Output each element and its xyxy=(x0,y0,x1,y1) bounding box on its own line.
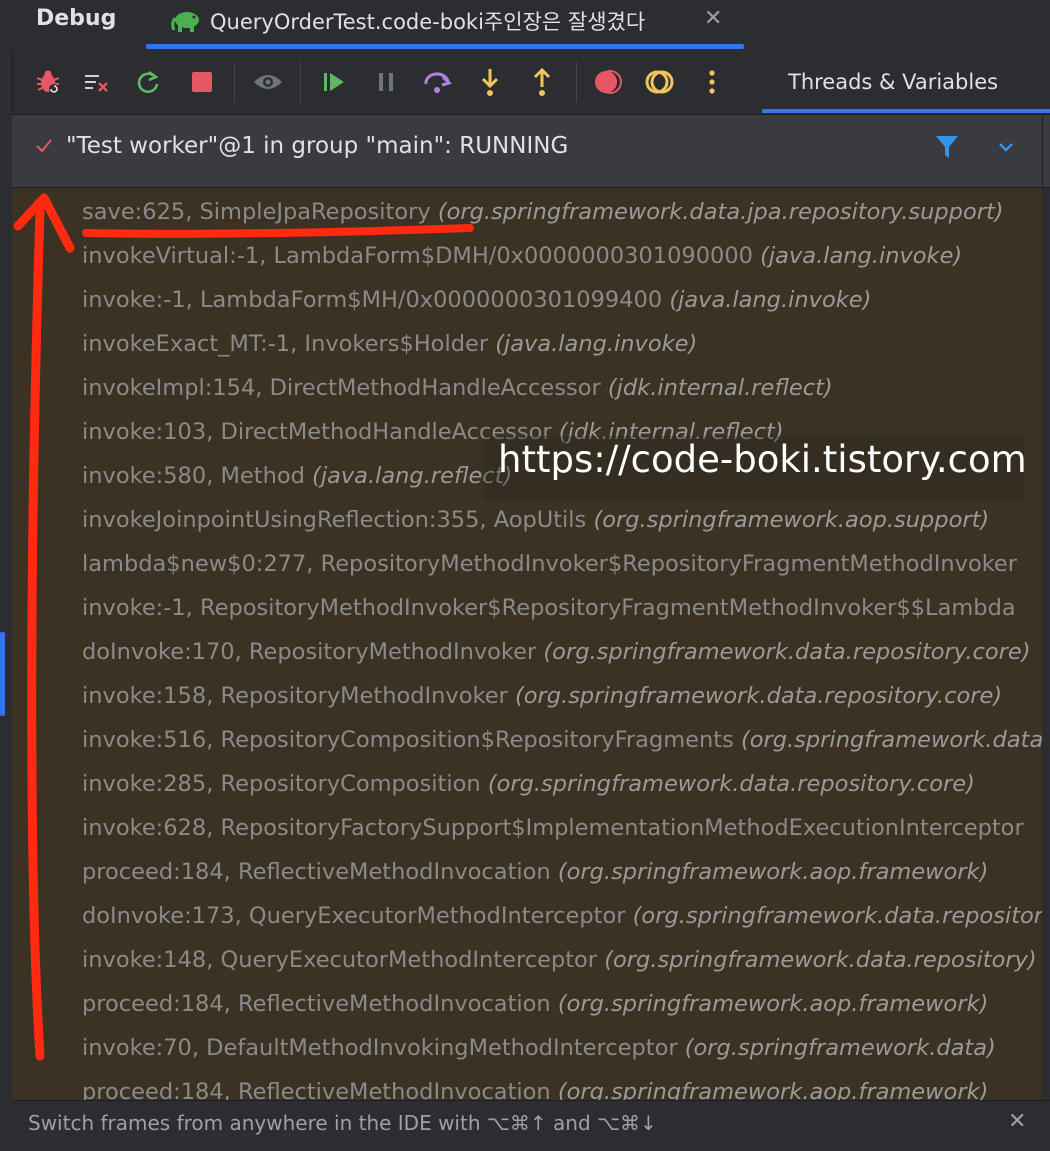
frame-method: invoke:628, RepositoryFactorySupport$Imp… xyxy=(82,815,1024,841)
stack-frame-row[interactable]: proceed:184, ReflectiveMethodInvocation … xyxy=(82,1070,988,1100)
stack-frame-row[interactable]: invokeExact_MT:-1, Invokers$Holder (java… xyxy=(82,322,697,366)
stack-frames-list: save:625, SimpleJpaRepository (org.sprin… xyxy=(12,188,1042,1100)
thread-selector[interactable]: "Test worker"@1 in group "main": RUNNING xyxy=(12,114,1050,188)
stop-icon[interactable] xyxy=(184,64,220,100)
resume-icon[interactable] xyxy=(316,64,352,100)
frame-method: invokeExact_MT:-1, Invokers$Holder xyxy=(82,331,496,357)
debug-tab-bar: Debug QueryOrderTest.code-boki주인장은 잘생겼다 … xyxy=(0,0,1050,50)
gradle-elephant-icon xyxy=(170,6,202,38)
rerun-debug-icon[interactable] xyxy=(30,64,66,100)
frame-method: invoke:70, DefaultMethodInvokingMethodIn… xyxy=(82,1035,685,1061)
frame-method: proceed:184, ReflectiveMethodInvocation xyxy=(82,1079,558,1100)
watermark: https://code-boki.tistory.com xyxy=(484,436,1027,500)
frame-package: (java.lang.invoke) xyxy=(495,331,698,357)
frame-method: invoke:148, QueryExecutorMethodIntercept… xyxy=(82,947,605,973)
frame-package: (org.springframework.data.repository) xyxy=(632,903,1042,929)
frame-method: invokeVirtual:-1, LambdaForm$DMH/0x00000… xyxy=(82,243,761,269)
frame-method: invoke:158, RepositoryMethodInvoker xyxy=(82,683,515,709)
stack-frame-row[interactable]: invokeVirtual:-1, LambdaForm$DMH/0x00000… xyxy=(82,234,962,278)
tool-window-title: Debug xyxy=(36,6,117,31)
frame-method: lambda$new$0:277, RepositoryMethodInvoke… xyxy=(82,551,1018,577)
toolbar-separator xyxy=(576,62,577,102)
debug-toolbar: Threads & Variables xyxy=(12,50,1050,114)
stack-frame-row[interactable]: invoke:-1, LambdaForm$MH/0x0000000301099… xyxy=(82,278,871,322)
stack-frame-row[interactable]: invoke:148, QueryExecutorMethodIntercept… xyxy=(82,938,1037,982)
stack-frame-row[interactable]: invoke:580, Method (java.lang.reflect) xyxy=(82,454,512,498)
frame-method: invoke:285, RepositoryComposition xyxy=(82,771,488,797)
frame-method: invoke:-1, LambdaForm$MH/0x0000000301099… xyxy=(82,287,670,313)
frame-package: (org.springframework.data.jpa.repository… xyxy=(437,199,1004,225)
frame-method: proceed:184, ReflectiveMethodInvocation xyxy=(82,859,558,885)
frame-package: (org.springframework.data) xyxy=(684,1035,996,1061)
step-out-icon[interactable] xyxy=(524,64,560,100)
watermark-text: https://code-boki.tistory.com xyxy=(498,438,1027,481)
more-options-icon[interactable] xyxy=(694,64,730,100)
frame-package: (java.lang.reflect) xyxy=(312,463,513,489)
frame-package: (org.springframework.aop.framework) xyxy=(557,859,989,885)
stack-frame-row[interactable]: doInvoke:170, RepositoryMethodInvoker (o… xyxy=(82,630,1031,674)
tab-title: QueryOrderTest.code-boki주인장은 잘생겼다 xyxy=(210,10,646,34)
mute-breakpoints-icon[interactable] xyxy=(642,64,678,100)
frame-method: doInvoke:173, QueryExecutorMethodInterce… xyxy=(82,903,633,929)
stack-frame-row[interactable]: invokeJoinpointUsingReflection:355, AopU… xyxy=(82,498,989,542)
pause-icon[interactable] xyxy=(368,64,404,100)
stack-frame-row[interactable]: lambda$new$0:277, RepositoryMethodInvoke… xyxy=(82,542,1017,586)
run-config-tab[interactable]: QueryOrderTest.code-boki주인장은 잘생겼다 ✕ xyxy=(146,0,744,50)
step-into-icon[interactable] xyxy=(472,64,508,100)
tab-threads-variables[interactable]: Threads & Variables xyxy=(788,70,998,94)
stack-frame-row[interactable]: invoke:285, RepositoryComposition (org.s… xyxy=(82,762,975,806)
stack-frame-row[interactable]: invoke:-1, RepositoryMethodInvoker$Repos… xyxy=(82,586,1016,630)
stack-frame-row[interactable]: invoke:158, RepositoryMethodInvoker (org… xyxy=(82,674,1002,718)
stack-frame-row[interactable]: invoke:70, DefaultMethodInvokingMethodIn… xyxy=(82,1026,996,1070)
tab-selected-underline xyxy=(146,44,744,49)
frame-package: (org.springframework.aop.support) xyxy=(593,507,990,533)
frame-method: doInvoke:170, RepositoryMethodInvoker xyxy=(82,639,544,665)
check-icon xyxy=(34,135,54,159)
frame-package: (jdk.internal.reflect) xyxy=(607,375,833,401)
frame-package: (org.springframework.data) xyxy=(740,727,1042,753)
step-over-icon[interactable] xyxy=(420,64,456,100)
clear-console-icon[interactable] xyxy=(78,64,114,100)
tab-close-icon[interactable]: ✕ xyxy=(704,6,722,31)
stack-frame-row[interactable]: invoke:628, RepositoryFactorySupport$Imp… xyxy=(82,806,1024,850)
frame-method: invokeImpl:154, DirectMethodHandleAccess… xyxy=(82,375,608,401)
view-breakpoints-icon[interactable] xyxy=(590,64,626,100)
frame-method: save:625, SimpleJpaRepository xyxy=(82,199,438,225)
status-bar: Switch frames from anywhere in the IDE w… xyxy=(12,1100,1050,1151)
active-tool-indicator xyxy=(0,632,5,716)
stack-frame-row[interactable]: doInvoke:173, QueryExecutorMethodInterce… xyxy=(82,894,1042,938)
frame-package: (org.springframework.data.repository.cor… xyxy=(487,771,975,797)
frame-package: (org.springframework.data.repository) xyxy=(604,947,1037,973)
frame-package: (java.lang.invoke) xyxy=(669,287,872,313)
frame-method: invoke:-1, RepositoryMethodInvoker$Repos… xyxy=(82,595,1016,621)
view-icon[interactable] xyxy=(250,64,286,100)
toolbar-separator xyxy=(234,62,235,102)
filter-icon[interactable] xyxy=(934,133,960,165)
header-divider xyxy=(1042,115,1043,187)
thread-label: "Test worker"@1 in group "main": RUNNING xyxy=(66,133,569,159)
frame-package: (java.lang.invoke) xyxy=(760,243,963,269)
chevron-down-icon[interactable] xyxy=(996,137,1016,161)
frame-package: (org.springframework.data.repository.cor… xyxy=(514,683,1003,709)
close-hint-icon[interactable]: ✕ xyxy=(1008,1109,1026,1134)
stack-frame-row[interactable]: invoke:516, RepositoryComposition$Reposi… xyxy=(82,718,1042,762)
rerun-icon[interactable] xyxy=(130,64,166,100)
stack-frame-row[interactable]: invokeImpl:154, DirectMethodHandleAccess… xyxy=(82,366,833,410)
stack-frame-row[interactable]: save:625, SimpleJpaRepository (org.sprin… xyxy=(82,190,1004,234)
frame-method: invoke:516, RepositoryComposition$Reposi… xyxy=(82,727,741,753)
status-hint: Switch frames from anywhere in the IDE w… xyxy=(28,1111,657,1135)
frame-package: (org.springframework.aop.framework) xyxy=(557,991,989,1017)
tab-selected-underline xyxy=(762,109,1050,113)
frame-method: proceed:184, ReflectiveMethodInvocation xyxy=(82,991,558,1017)
frame-package: (org.springframework.data.repository.cor… xyxy=(543,639,1031,665)
stack-frame-row[interactable]: proceed:184, ReflectiveMethodInvocation … xyxy=(82,850,988,894)
stack-frame-row[interactable]: proceed:184, ReflectiveMethodInvocation … xyxy=(82,982,988,1026)
toolbar-separator xyxy=(300,62,301,102)
frame-package: (org.springframework.aop.framework) xyxy=(557,1079,989,1100)
frame-method: invoke:580, Method xyxy=(82,463,313,489)
frame-method: invokeJoinpointUsingReflection:355, AopU… xyxy=(82,507,594,533)
